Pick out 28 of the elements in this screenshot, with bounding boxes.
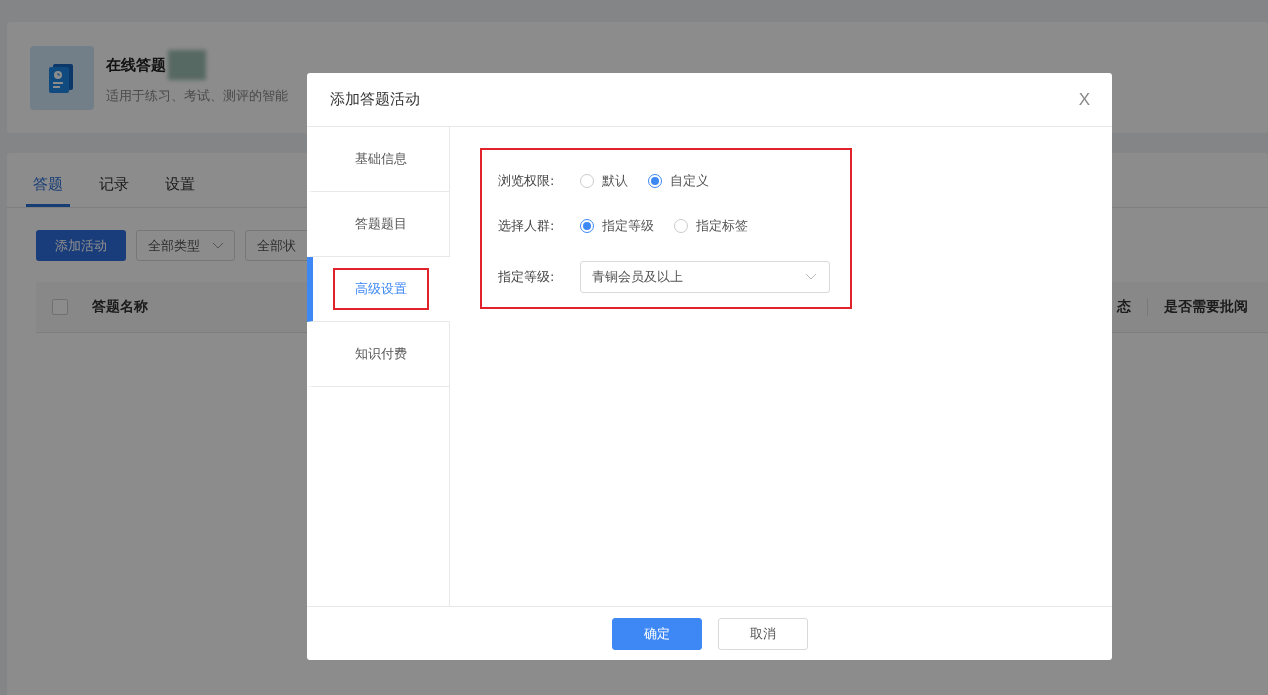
- radio-option[interactable]: 指定等级: [580, 216, 654, 235]
- level-select[interactable]: 青铜会员及以上: [580, 261, 830, 293]
- radio-option[interactable]: 默认: [580, 171, 628, 190]
- nav-item[interactable]: 知识付费: [307, 322, 450, 387]
- radio-option[interactable]: 指定标签: [674, 216, 748, 235]
- tab[interactable]: 记录: [92, 173, 136, 207]
- caret-icon: [805, 273, 817, 281]
- field-label: 指定等级:: [498, 268, 556, 286]
- caret-icon: [212, 241, 224, 250]
- nav-item[interactable]: 基础信息: [307, 127, 450, 192]
- column-header: 是否需要批阅: [1164, 298, 1248, 316]
- tab[interactable]: 设置: [158, 173, 202, 207]
- field-label: 选择人群:: [498, 216, 556, 235]
- filter-dropdown[interactable]: 全部类型: [136, 230, 235, 261]
- column-header: 态: [1117, 298, 1131, 316]
- app-logo-icon: [30, 45, 94, 110]
- checkbox[interactable]: [52, 299, 68, 315]
- close-button[interactable]: X: [1072, 88, 1096, 111]
- column-header: 答题名称: [92, 298, 148, 316]
- field-label: 浏览权限:: [498, 171, 556, 190]
- app-description: 适用于练习、考试、测评的智能: [106, 88, 288, 105]
- app-title: 在线答题: [106, 55, 166, 75]
- dialog-title: 添加答题活动: [330, 90, 420, 109]
- blurred-block: [168, 50, 206, 80]
- radio-option[interactable]: 自定义: [648, 171, 709, 190]
- nav-item[interactable]: 高级设置: [307, 257, 450, 322]
- nav-item[interactable]: 答题题目: [307, 192, 450, 257]
- cancel-button[interactable]: 取消: [717, 617, 808, 650]
